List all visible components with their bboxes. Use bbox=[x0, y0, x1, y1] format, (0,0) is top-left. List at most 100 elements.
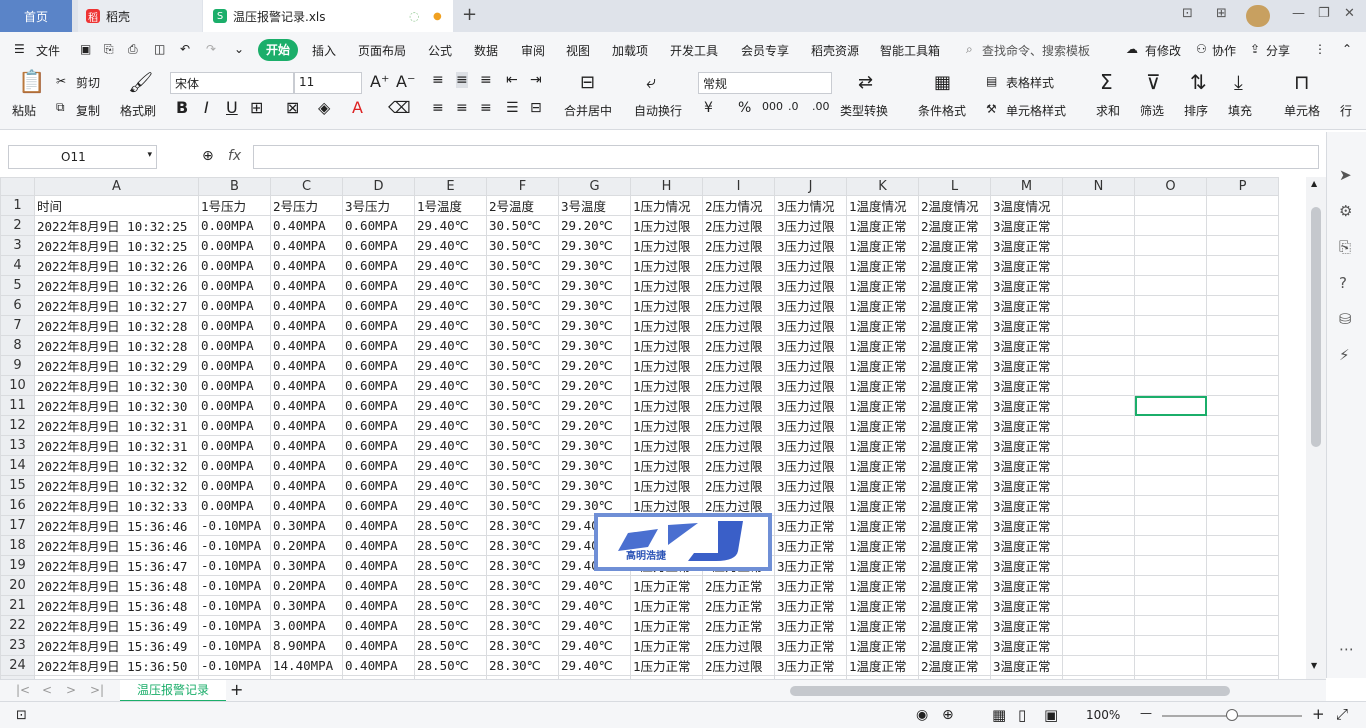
cell[interactable]: 0.40MPA bbox=[270, 475, 343, 496]
cell[interactable] bbox=[1134, 615, 1207, 636]
cell[interactable]: 3温度正常 bbox=[990, 615, 1063, 636]
row-header[interactable]: 6 bbox=[0, 295, 35, 316]
cell[interactable]: 3温度情况 bbox=[990, 195, 1063, 216]
column-header[interactable]: P bbox=[1206, 177, 1279, 196]
cell[interactable]: 时间 bbox=[34, 195, 199, 216]
eye-protect-icon[interactable]: ◉ bbox=[916, 707, 928, 723]
collapse-ribbon-icon[interactable]: ⌃ bbox=[1342, 42, 1352, 56]
row-header[interactable]: 5 bbox=[0, 275, 35, 296]
cell[interactable]: 30.50℃ bbox=[486, 335, 559, 356]
filter-icon[interactable]: ⊽ bbox=[1146, 70, 1161, 94]
zoom-out-icon[interactable]: — bbox=[1140, 706, 1152, 720]
cell[interactable]: 29.20℃ bbox=[558, 215, 631, 236]
cell[interactable]: 2压力过限 bbox=[702, 255, 775, 276]
cell[interactable] bbox=[1206, 495, 1279, 516]
justify-icon[interactable]: ☰ bbox=[506, 100, 519, 116]
cell[interactable]: 0.40MPA bbox=[270, 335, 343, 356]
fill-color-icon[interactable]: ◈ bbox=[318, 98, 330, 117]
cell[interactable]: 1压力过限 bbox=[630, 255, 703, 276]
cell[interactable]: 29.40℃ bbox=[414, 455, 487, 476]
cell[interactable] bbox=[1206, 435, 1279, 456]
fullscreen-icon[interactable]: ⤢ bbox=[1336, 705, 1348, 723]
distribute-icon[interactable]: ⊟ bbox=[530, 100, 542, 116]
cell[interactable]: 1温度正常 bbox=[846, 275, 919, 296]
cell[interactable]: 0.40MPA bbox=[342, 635, 415, 656]
cell[interactable]: 2022年8月9日 10:32:30 bbox=[34, 395, 199, 416]
cell[interactable]: 0.60MPA bbox=[342, 215, 415, 236]
cell[interactable]: 0.60MPA bbox=[342, 255, 415, 276]
spreadsheet-grid[interactable]: ABCDEFGHIJKLMNOP 1 时间 1号压力 2号压力 3号压力 1号温度 2号温度… bbox=[0, 177, 1306, 679]
vertical-scroll-thumb[interactable] bbox=[1311, 207, 1321, 447]
cell[interactable]: 2022年8月9日 10:32:28 bbox=[34, 335, 199, 356]
cell[interactable]: 30.50℃ bbox=[486, 495, 559, 516]
bold-icon[interactable]: B bbox=[176, 98, 188, 117]
cell[interactable]: 29.40℃ bbox=[414, 435, 487, 456]
cell[interactable]: 29.40℃ bbox=[414, 215, 487, 236]
cell[interactable]: 1号压力 bbox=[198, 195, 271, 216]
cell-button[interactable]: 单元格 bbox=[1284, 102, 1320, 119]
row-button[interactable]: 行 bbox=[1340, 102, 1352, 119]
cell[interactable] bbox=[1206, 535, 1279, 556]
cell[interactable]: 28.50℃ bbox=[414, 615, 487, 636]
cell[interactable]: 2022年8月9日 10:32:29 bbox=[34, 355, 199, 376]
cell[interactable] bbox=[1134, 495, 1207, 516]
row-header[interactable]: 19 bbox=[0, 555, 35, 576]
cell[interactable]: 29.40℃ bbox=[414, 475, 487, 496]
cell[interactable]: 0.00MPA bbox=[198, 355, 271, 376]
cell[interactable]: 0.40MPA bbox=[270, 375, 343, 396]
menu-docer-resources[interactable]: 稻壳资源 bbox=[811, 42, 859, 59]
cell[interactable] bbox=[1062, 535, 1135, 556]
row-header[interactable]: 4 bbox=[0, 255, 35, 276]
cell[interactable]: 3压力过限 bbox=[774, 455, 847, 476]
command-search[interactable]: 查找命令、搜索模板 bbox=[982, 42, 1090, 59]
cell[interactable]: 2022年8月9日 15:36:50 bbox=[34, 655, 199, 676]
cell[interactable]: 0.60MPA bbox=[342, 415, 415, 436]
thousands-icon[interactable]: 000 bbox=[762, 100, 783, 113]
cell[interactable]: 2压力过限 bbox=[702, 395, 775, 416]
cell[interactable]: 2022年8月9日 15:36:49 bbox=[34, 615, 199, 636]
cell[interactable]: 29.30℃ bbox=[558, 255, 631, 276]
cell[interactable]: 30.50℃ bbox=[486, 215, 559, 236]
cell[interactable] bbox=[1062, 575, 1135, 596]
cell[interactable]: 1压力过限 bbox=[630, 395, 703, 416]
cell[interactable]: 30.50℃ bbox=[486, 415, 559, 436]
cell[interactable] bbox=[1206, 595, 1279, 616]
first-sheet-icon[interactable]: |< bbox=[16, 683, 30, 697]
cell[interactable] bbox=[1206, 655, 1279, 676]
menu-data[interactable]: 数据 bbox=[474, 42, 498, 59]
column-header[interactable]: I bbox=[702, 177, 775, 196]
cell[interactable] bbox=[1134, 295, 1207, 316]
cell[interactable] bbox=[1206, 255, 1279, 276]
cell[interactable]: 1温度正常 bbox=[846, 435, 919, 456]
tab-home[interactable]: 首页 bbox=[0, 0, 72, 32]
cell[interactable]: 3温度正常 bbox=[990, 475, 1063, 496]
cell[interactable]: 1压力过限 bbox=[630, 275, 703, 296]
cell[interactable]: 28.50℃ bbox=[414, 535, 487, 556]
row-header[interactable]: 1 bbox=[0, 195, 35, 216]
horizontal-scroll-thumb[interactable] bbox=[790, 686, 1230, 696]
cell[interactable]: 29.30℃ bbox=[558, 435, 631, 456]
cell[interactable]: 1温度正常 bbox=[846, 515, 919, 536]
cell[interactable]: 2压力情况 bbox=[702, 195, 775, 216]
cell[interactable]: 3压力过限 bbox=[774, 475, 847, 496]
cell[interactable]: 1压力正常 bbox=[630, 615, 703, 636]
zoom-in-icon[interactable]: + bbox=[1312, 705, 1325, 723]
format-painter-button[interactable]: 格式刷 bbox=[120, 102, 156, 119]
align-middle-icon[interactable]: ≡ bbox=[456, 72, 468, 88]
cell[interactable]: 0.40MPA bbox=[342, 655, 415, 676]
indent-decrease-icon[interactable]: ⇤ bbox=[506, 72, 518, 88]
cell[interactable] bbox=[1062, 655, 1135, 676]
cell[interactable] bbox=[1134, 235, 1207, 256]
row-header[interactable]: 9 bbox=[0, 355, 35, 376]
more-icon[interactable]: ⋮ bbox=[1314, 42, 1326, 56]
cell[interactable]: 2温度正常 bbox=[918, 515, 991, 536]
cell[interactable] bbox=[1062, 635, 1135, 656]
cell[interactable]: 1号温度 bbox=[414, 195, 487, 216]
cell[interactable]: 2温度正常 bbox=[918, 355, 991, 376]
cell[interactable] bbox=[1206, 375, 1279, 396]
cell[interactable]: 0.60MPA bbox=[342, 475, 415, 496]
preview-icon[interactable]: ◫ bbox=[154, 42, 165, 56]
cell[interactable]: 3温度正常 bbox=[990, 335, 1063, 356]
cell[interactable]: 30.50℃ bbox=[486, 395, 559, 416]
tab-file[interactable]: S 温压报警记录.xls ◌ ● bbox=[203, 0, 453, 32]
